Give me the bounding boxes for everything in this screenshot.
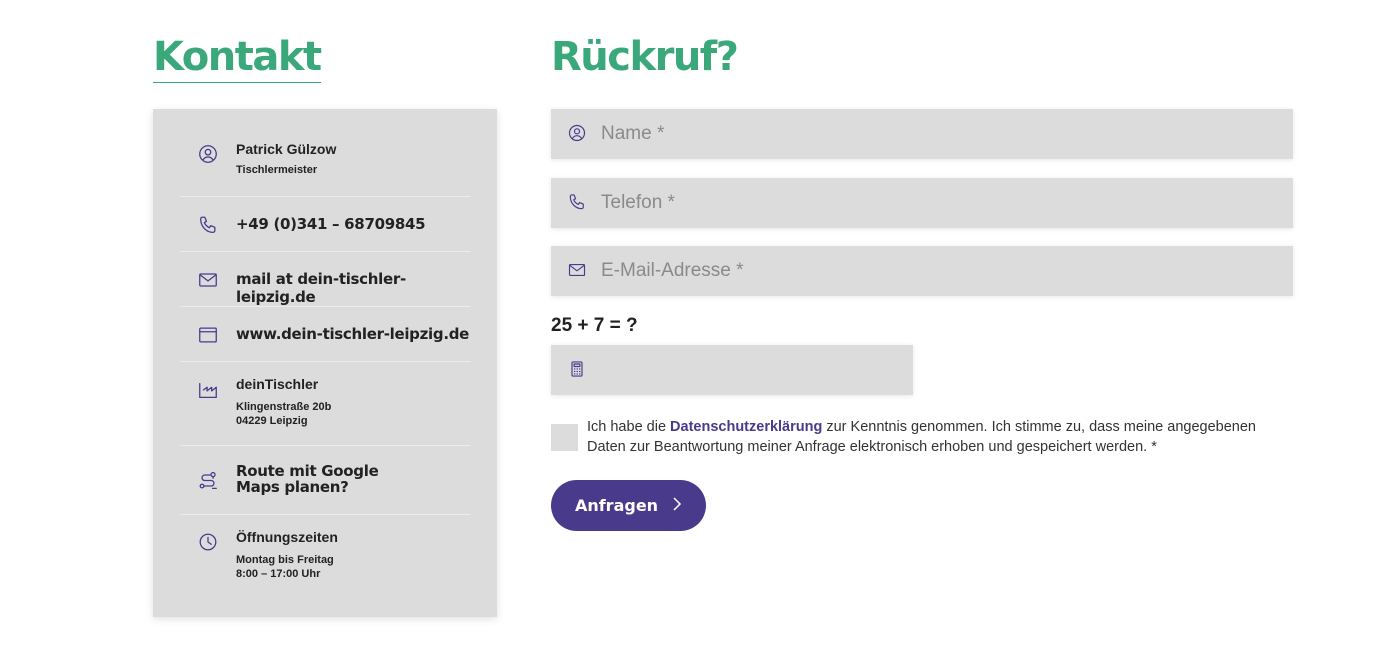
- contact-card: Patrick Gülzow Tischlermeister +49 (0)34…: [153, 109, 497, 617]
- phone-field: [551, 178, 1293, 228]
- hours-days: Montag bis Freitag: [236, 554, 334, 566]
- captcha-label: 25 + 7 = ?: [551, 315, 638, 336]
- city-address: 04229 Leipzig: [236, 415, 308, 427]
- browser-window-icon: [197, 324, 219, 346]
- consent-text-before: Ich habe die: [587, 419, 671, 435]
- hours-time: 8:00 – 17:00 Uhr: [236, 568, 321, 580]
- envelope-icon: [197, 269, 219, 291]
- phone-number[interactable]: +49 (0)341 – 68709845: [236, 215, 470, 233]
- contact-phone[interactable]: +49 (0)341 – 68709845: [180, 197, 470, 252]
- hours-title: Öffnungszeiten: [236, 529, 338, 545]
- contact-heading: Kontakt: [153, 34, 322, 83]
- captcha-input[interactable]: [601, 345, 901, 395]
- consent-text: Ich habe die Datenschutzerklärung zur Ke…: [587, 417, 1287, 457]
- phone-input[interactable]: [601, 178, 1281, 228]
- contact-route[interactable]: Route mit Google Maps planen?: [180, 446, 470, 515]
- person-name: Patrick Gülzow: [236, 141, 337, 157]
- captcha-field: [551, 345, 913, 395]
- submit-button[interactable]: Anfragen: [551, 480, 706, 531]
- route-icon: [197, 470, 219, 492]
- email-field: [551, 246, 1293, 296]
- name-field: [551, 109, 1293, 159]
- street-address: Klingenstraße 20b: [236, 401, 332, 413]
- contact-website[interactable]: www.dein-tischler-leipzig.de: [180, 307, 470, 362]
- contact-hours: Öffnungszeiten Montag bis Freitag 8:00 –…: [180, 515, 470, 617]
- phone-icon: [197, 214, 219, 236]
- user-circle-icon: [197, 143, 219, 165]
- factory-icon: [197, 379, 219, 401]
- consent-checkbox[interactable]: [551, 424, 578, 451]
- submit-label: Anfragen: [574, 496, 659, 515]
- website-url[interactable]: www.dein-tischler-leipzig.de: [236, 325, 470, 343]
- phone-icon: [567, 192, 587, 212]
- clock-icon: [197, 531, 219, 553]
- calculator-icon: [567, 359, 587, 379]
- route-link[interactable]: Route mit Google Maps planen?: [236, 463, 426, 495]
- chevron-right-icon: [672, 496, 682, 516]
- email-input[interactable]: [601, 246, 1281, 296]
- company-name: deinTischler: [236, 376, 319, 392]
- person-role: Tischlermeister: [236, 164, 318, 176]
- user-circle-icon: [567, 123, 587, 143]
- contact-address: deinTischler Klingenstraße 20b 04229 Lei…: [180, 362, 470, 446]
- callback-heading: Rückruf?: [551, 34, 739, 80]
- privacy-policy-link[interactable]: Datenschutzerklärung: [670, 419, 822, 435]
- email-address[interactable]: mail at dein-tischler-leipzig.de: [236, 270, 470, 306]
- envelope-icon: [567, 260, 587, 280]
- contact-person: Patrick Gülzow Tischlermeister: [180, 109, 470, 197]
- contact-email[interactable]: mail at dein-tischler-leipzig.de: [180, 252, 470, 307]
- name-input[interactable]: [601, 109, 1281, 159]
